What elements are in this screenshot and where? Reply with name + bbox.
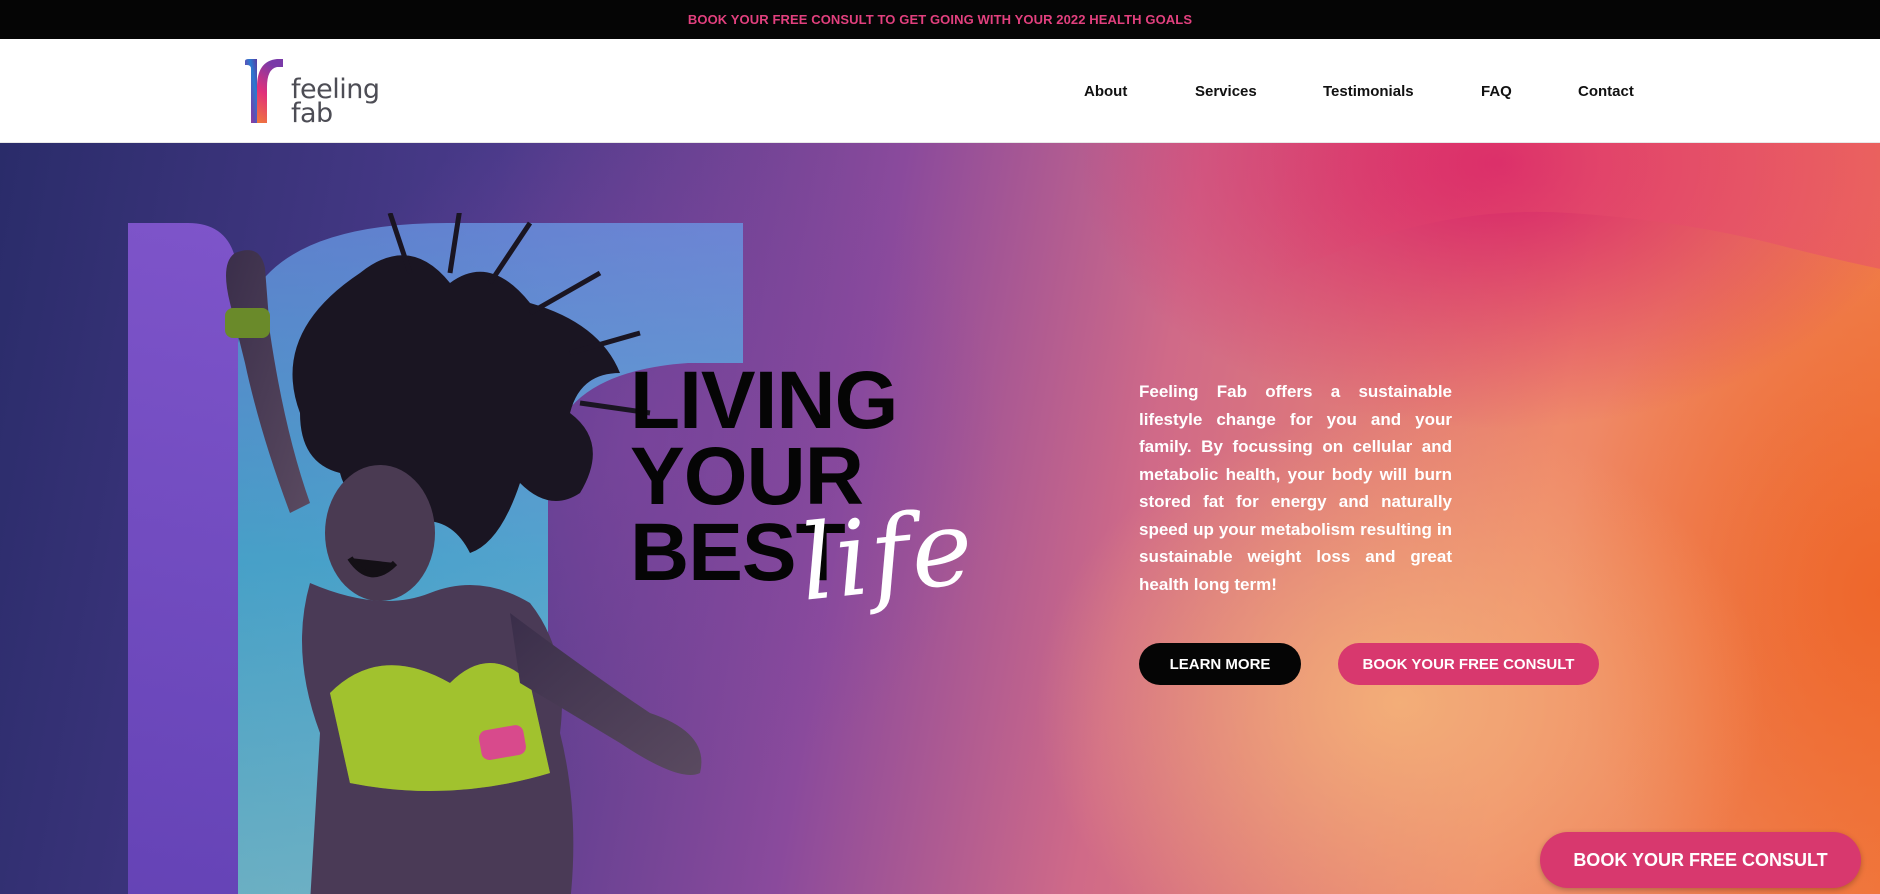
nav-link-faq[interactable]: FAQ (1481, 83, 1512, 100)
hero-section: LIVING YOUR BEST life Feeling Fab offers… (0, 143, 1880, 894)
site-header: feeling fab About Services Testimonials … (0, 39, 1880, 143)
announcement-bar: BOOK YOUR FREE CONSULT TO GET GOING WITH… (0, 0, 1880, 39)
nav-link-testimonials[interactable]: Testimonials (1323, 83, 1414, 100)
main-navigation: About Services Testimonials FAQ Contact (0, 39, 1880, 143)
headline-line-living: LIVING (630, 355, 898, 446)
nav-link-contact[interactable]: Contact (1578, 83, 1634, 100)
nav-link-about[interactable]: About (1084, 83, 1127, 100)
headline-script-life: life (794, 485, 981, 625)
learn-more-button[interactable]: LEARN MORE (1139, 643, 1301, 685)
hero-description: Feeling Fab offers a sustainable lifesty… (1139, 382, 1452, 594)
book-consult-button[interactable]: BOOK YOUR FREE CONSULT (1338, 643, 1599, 685)
hero-wave-decoration (1270, 143, 1880, 283)
announcement-text[interactable]: BOOK YOUR FREE CONSULT TO GET GOING WITH… (688, 12, 1192, 27)
nav-link-services[interactable]: Services (1195, 83, 1257, 100)
floating-book-consult-button[interactable]: BOOK YOUR FREE CONSULT (1540, 832, 1861, 888)
